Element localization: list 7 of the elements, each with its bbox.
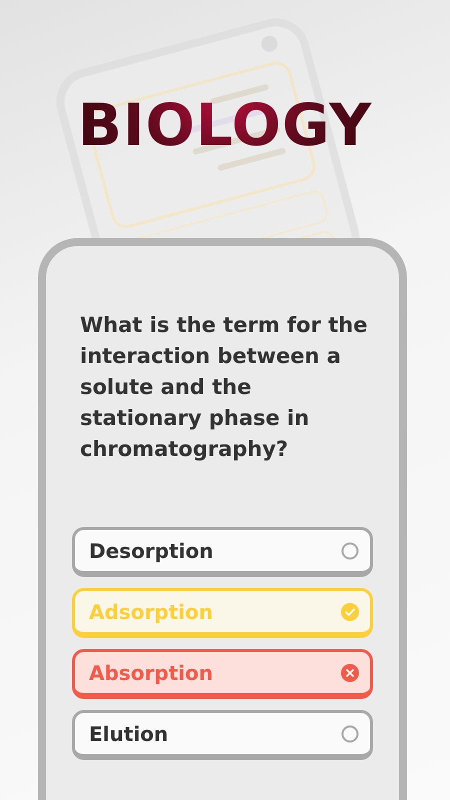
question-text: What is the term for the interaction between a solute and the stationary phase in chromatography? xyxy=(80,312,368,463)
radio-circle-icon xyxy=(340,540,360,560)
answer-option[interactable]: Desorption xyxy=(72,527,373,577)
radio-circle-icon xyxy=(340,724,360,744)
check-circle-icon xyxy=(340,602,360,622)
answer-option[interactable]: Elution xyxy=(72,710,373,760)
x-circle-icon xyxy=(340,662,360,682)
